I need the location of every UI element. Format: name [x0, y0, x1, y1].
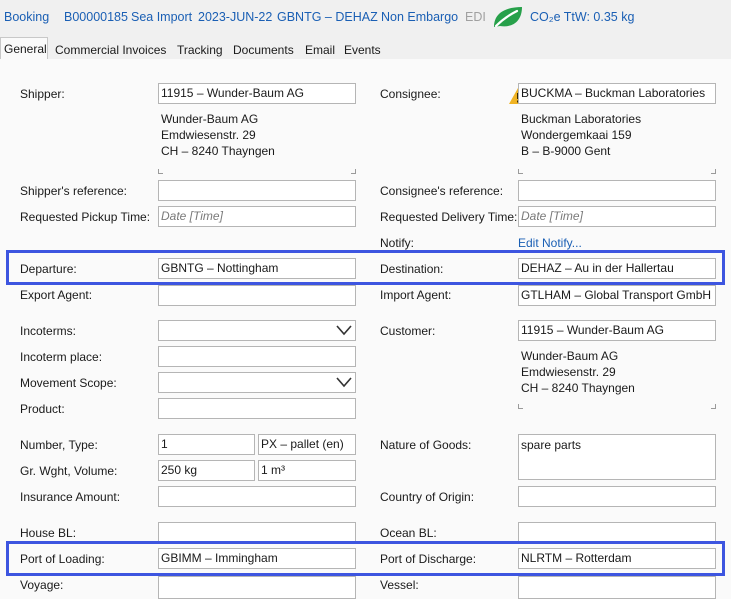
- package-type-field[interactable]: PX – pallet (en): [258, 434, 356, 455]
- port-of-loading-field[interactable]: GBIMM – Immingham: [158, 548, 356, 569]
- incoterm-place-field[interactable]: [158, 346, 356, 367]
- shipper-reference-label: Shipper's reference:: [20, 184, 128, 198]
- co2-emission: CO₂e TtW: 0.35 kg: [530, 10, 635, 24]
- volume-field[interactable]: 1 m³: [258, 460, 356, 481]
- departure-label: Departure:: [20, 262, 77, 276]
- house-bl-label: House BL:: [20, 526, 77, 540]
- notify-label: Notify:: [380, 236, 415, 250]
- pickup-time-label: Requested Pickup Time:: [20, 210, 151, 224]
- consignee-field[interactable]: BUCKMA – Buckman Laboratories: [518, 83, 716, 104]
- port-of-loading-label: Port of Loading:: [20, 552, 105, 566]
- shipper-address-corner-left: [158, 169, 163, 174]
- delivery-time-label: Requested Delivery Time:: [380, 210, 518, 224]
- booking-number[interactable]: B00000185: [64, 10, 128, 24]
- incoterm-place-label: Incoterm place:: [20, 350, 103, 364]
- movement-scope-label: Movement Scope:: [20, 376, 117, 390]
- customer-address: Wunder-Baum AG Emdwiesenstr. 29 CH – 824…: [521, 349, 635, 395]
- route: GBNTG – DEHAZ: [277, 10, 378, 24]
- nature-of-goods-label: Nature of Goods:: [380, 438, 472, 452]
- embargo-status: Non Embargo: [381, 10, 459, 24]
- booking-type: Booking: [4, 10, 50, 24]
- ocean-bl-label: Ocean BL:: [380, 526, 437, 540]
- departure-field[interactable]: GBNTG – Nottingham: [158, 258, 356, 279]
- insurance-amount-field[interactable]: [158, 486, 356, 507]
- ocean-bl-field[interactable]: [518, 522, 716, 543]
- tab-email[interactable]: Email: [301, 40, 339, 59]
- chevron-down-icon: [336, 377, 352, 388]
- package-number-field[interactable]: 1: [158, 434, 255, 455]
- edi-status: EDI: [465, 10, 486, 24]
- pickup-time-field[interactable]: Date [Time]: [158, 206, 356, 227]
- delivery-time-field[interactable]: Date [Time]: [518, 206, 716, 227]
- leaf-icon: [491, 4, 525, 30]
- header-bar: Booking B00000185 Sea Import 2023-JUN-22…: [0, 0, 731, 36]
- voyage-label: Voyage:: [20, 578, 64, 592]
- voyage-field[interactable]: [158, 576, 356, 599]
- shipper-label: Shipper:: [20, 87, 65, 101]
- destination-field[interactable]: DEHAZ – Au in der Hallertau: [518, 258, 716, 279]
- shipper-address: Wunder-Baum AG Emdwiesenstr. 29 CH – 824…: [161, 112, 275, 158]
- destination-label: Destination:: [380, 262, 444, 276]
- insurance-amount-label: Insurance Amount:: [20, 490, 121, 504]
- vessel-field[interactable]: [518, 576, 716, 599]
- country-of-origin-field[interactable]: [518, 486, 716, 507]
- customer-field[interactable]: 11915 – Wunder-Baum AG: [518, 320, 716, 341]
- consignee-address-corner-right: [711, 169, 716, 174]
- import-agent-label: Import Agent:: [380, 288, 452, 302]
- import-agent-field[interactable]: GTLHAM – Global Transport GmbH H: [518, 285, 716, 306]
- tab-events[interactable]: Events: [340, 40, 385, 59]
- tab-tracking[interactable]: Tracking: [173, 40, 227, 59]
- tab-bar: General Commercial Invoices Tracking Doc…: [0, 37, 731, 60]
- product-field[interactable]: [158, 398, 356, 419]
- export-agent-field[interactable]: [158, 285, 356, 306]
- house-bl-field[interactable]: [158, 522, 356, 543]
- incoterms-dropdown[interactable]: [158, 320, 356, 341]
- customer-address-corner-right: [711, 404, 716, 409]
- direction: Sea Import: [131, 10, 193, 24]
- consignee-reference-label: Consignee's reference:: [380, 184, 504, 198]
- tab-commercial-invoices[interactable]: Commercial Invoices: [51, 40, 170, 59]
- nature-of-goods-field[interactable]: spare parts: [518, 434, 716, 480]
- port-of-discharge-label: Port of Discharge:: [380, 552, 477, 566]
- consignee-address-corner-left: [518, 169, 523, 174]
- movement-scope-dropdown[interactable]: [158, 372, 356, 393]
- port-of-discharge-field[interactable]: NLRTM – Rotterdam: [518, 548, 716, 569]
- weight-volume-label: Gr. Wght, Volume:: [20, 464, 118, 478]
- shipper-field[interactable]: 11915 – Wunder-Baum AG: [158, 83, 356, 104]
- gross-weight-field[interactable]: 250 kg: [158, 460, 255, 481]
- consignee-address: Buckman Laboratories Wondergemkaai 159 B…: [521, 112, 642, 158]
- consignee-label: Consignee:: [380, 87, 441, 101]
- edit-notify-link[interactable]: Edit Notify...: [518, 236, 582, 250]
- export-agent-label: Export Agent:: [20, 288, 93, 302]
- incoterms-label: Incoterms:: [20, 324, 77, 338]
- shipper-reference-field[interactable]: [158, 180, 356, 201]
- customer-label: Customer:: [380, 324, 436, 338]
- country-of-origin-label: Country of Origin:: [380, 490, 475, 504]
- number-type-label: Number, Type:: [20, 438, 98, 452]
- tab-documents[interactable]: Documents: [229, 40, 298, 59]
- consignee-reference-field[interactable]: [518, 180, 716, 201]
- booking-date: 2023-JUN-22: [198, 10, 273, 24]
- customer-address-corner-left: [518, 404, 523, 409]
- shipper-address-corner-right: [351, 169, 356, 174]
- vessel-label: Vessel:: [380, 578, 419, 592]
- tab-general[interactable]: General: [0, 37, 48, 60]
- chevron-down-icon: [336, 325, 352, 336]
- product-label: Product:: [20, 402, 65, 416]
